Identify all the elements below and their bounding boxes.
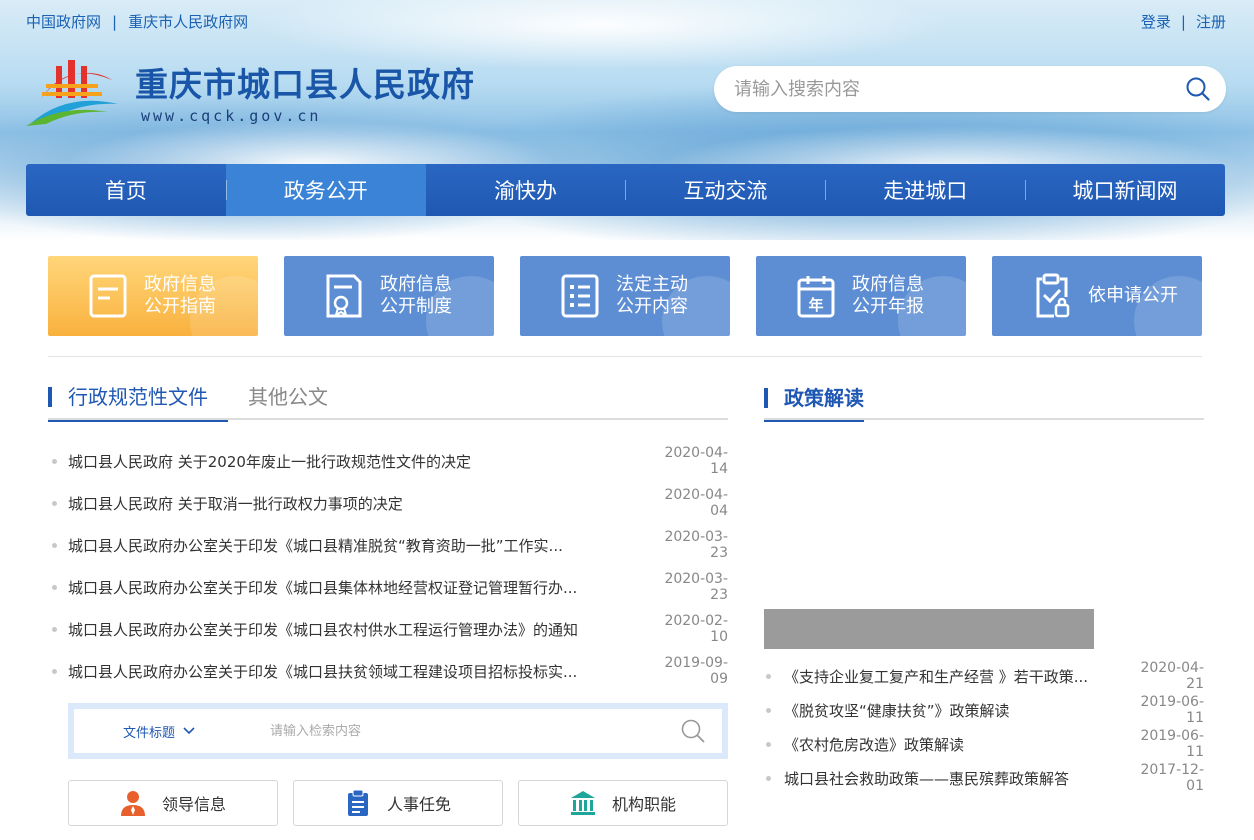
separator: | xyxy=(1180,12,1186,31)
document-date: 2019-09-09 xyxy=(664,655,728,687)
document-search-input[interactable] xyxy=(244,709,664,753)
site-url: www.cqck.gov.cn xyxy=(141,107,322,125)
search-input[interactable] xyxy=(714,66,1170,112)
nav-item-home[interactable]: 首页 xyxy=(26,164,226,216)
policy-title[interactable]: 《农村危房改造》政策解读 xyxy=(784,734,1124,755)
top-links: 中国政府网 | 重庆市人民政府网 xyxy=(26,11,248,32)
register-link[interactable]: 注册 xyxy=(1196,11,1226,32)
button-label: 人事任免 xyxy=(386,795,451,814)
card-apply-disclosure[interactable]: 依申请公开 xyxy=(992,256,1202,336)
site-title[interactable]: 重庆市城口县人民政府 xyxy=(135,58,475,106)
policy-carousel-caption xyxy=(764,609,1094,649)
select-value: 文件标题 xyxy=(122,725,175,741)
document-list: 城口县人民政府 关于2020年废止一批行政规范性文件的决定 2020-04-14 … xyxy=(48,440,728,692)
document-title[interactable]: 城口县人民政府 关于取消一批行政权力事项的决定 xyxy=(68,493,648,514)
document-date: 2020-02-10 xyxy=(664,613,728,645)
document-date: 2020-04-04 xyxy=(664,487,728,519)
button-label: 领导信息 xyxy=(161,795,226,814)
policy-title[interactable]: 城口县社会救助政策——惠民殡葬政策解答 xyxy=(784,768,1124,789)
search-field-select[interactable]: 文件标题 xyxy=(74,722,244,741)
document-date: 2020-04-14 xyxy=(664,445,728,477)
document-title[interactable]: 城口县人民政府办公室关于印发《城口县集体林地经营权证登记管理暂行办... xyxy=(68,577,648,598)
list-item[interactable]: 城口县人民政府办公室关于印发《城口县精准脱贫“教育资助一批”工作实... 2020… xyxy=(48,524,728,566)
nav-item-government-affairs[interactable]: 政务公开 xyxy=(225,164,426,216)
nav-item-interaction[interactable]: 互动交流 xyxy=(625,164,825,216)
document-title[interactable]: 城口县人民政府办公室关于印发《城口县精准脱贫“教育资助一批”工作实... xyxy=(68,535,648,556)
government-logo-icon[interactable] xyxy=(26,52,126,128)
policy-title[interactable]: 《支持企业复工复产和生产经营 》若干政策... xyxy=(784,666,1124,687)
policy-title[interactable]: 《脱贫攻坚“健康扶贫”》政策解读 xyxy=(784,700,1124,721)
list-item[interactable]: 城口县人民政府办公室关于印发《城口县农村供水工程运行管理办法》的通知 2020-0… xyxy=(48,608,728,650)
main-nav: 首页 政务公开 渝快办 互动交流 走进城口 城口新闻网 xyxy=(26,164,1225,216)
nav-item-about-chengkou[interactable]: 走进城口 xyxy=(825,164,1025,216)
section-divider xyxy=(48,356,1202,357)
document-date: 2020-03-23 xyxy=(664,529,728,561)
policy-date: 2017-12-01 xyxy=(1140,762,1204,794)
document-search-bar: 文件标题 xyxy=(74,709,722,753)
list-item[interactable]: 城口县人民政府办公室关于印发《城口县扶贫领域工程建设项目招标投标实... 2019… xyxy=(48,650,728,692)
document-tabs: 行政规范性文件 其他公文 xyxy=(48,384,728,422)
site-search xyxy=(714,66,1226,112)
info-buttons: 领导信息 人事任免 机构职能 xyxy=(68,780,728,826)
card-info-guide[interactable]: 政府信息 公开指南 xyxy=(48,256,258,336)
list-item[interactable]: 城口县人民政府 关于取消一批行政权力事项的决定 2020-04-04 xyxy=(48,482,728,524)
chevron-down-icon xyxy=(183,727,195,735)
nav-item-yukuaiban[interactable]: 渝快办 xyxy=(426,164,626,216)
policy-section-title[interactable]: 政策解读 xyxy=(764,384,864,422)
link-china-gov[interactable]: 中国政府网 xyxy=(26,11,101,32)
institution-function-button[interactable]: 机构职能 xyxy=(518,780,728,826)
svg-text:年: 年 xyxy=(808,296,823,314)
document-search: 文件标题 xyxy=(68,703,728,759)
policy-date: 2019-06-11 xyxy=(1140,728,1204,760)
card-info-system[interactable]: 政府信息 公开制度 xyxy=(284,256,494,336)
clipboard-icon xyxy=(345,790,371,816)
document-title[interactable]: 城口县人民政府办公室关于印发《城口县农村供水工程运行管理办法》的通知 xyxy=(68,619,648,640)
document-title[interactable]: 城口县人民政府 关于2020年废止一批行政规范性文件的决定 xyxy=(68,451,648,472)
policy-date: 2019-06-11 xyxy=(1140,694,1204,726)
login-link[interactable]: 登录 xyxy=(1141,11,1171,32)
card-statutory-content[interactable]: 法定主动 公开内容 xyxy=(520,256,730,336)
search-icon[interactable] xyxy=(1170,66,1226,112)
clipboard-check-icon xyxy=(1030,272,1074,320)
card-annual-report[interactable]: 年 政府信息 公开年报 xyxy=(756,256,966,336)
list-item[interactable]: 城口县社会救助政策——惠民殡葬政策解答 2017-12-01 xyxy=(764,761,1204,795)
policy-date: 2020-04-21 xyxy=(1140,660,1204,692)
list-item[interactable]: 《脱贫攻坚“健康扶贫”》政策解读 2019-06-11 xyxy=(764,693,1204,727)
list-item[interactable]: 城口县人民政府办公室关于印发《城口县集体林地经营权证登记管理暂行办... 2020… xyxy=(48,566,728,608)
institution-icon xyxy=(570,790,596,816)
search-icon[interactable] xyxy=(664,718,722,744)
list-icon xyxy=(558,272,602,320)
header-banner: 中国政府网 | 重庆市人民政府网 登录 | 注册 重庆市城口县人民政府 www.… xyxy=(0,0,1254,240)
button-label: 机构职能 xyxy=(611,795,676,814)
list-item[interactable]: 《农村危房改造》政策解读 2019-06-11 xyxy=(764,727,1204,761)
tab-other-documents[interactable]: 其他公文 xyxy=(228,384,348,420)
separator: | xyxy=(112,12,118,31)
person-icon xyxy=(120,790,146,816)
user-links: 登录 | 注册 xyxy=(1141,11,1226,32)
personnel-appointment-button[interactable]: 人事任免 xyxy=(293,780,503,826)
tab-normative-documents[interactable]: 行政规范性文件 xyxy=(48,384,228,422)
quick-cards: 政府信息 公开指南 政府信息 公开制度 法定主动 公开内容 年 政府信息 公开年… xyxy=(48,256,1202,336)
nav-item-news[interactable]: 城口新闻网 xyxy=(1025,164,1225,216)
policy-section-header: 政策解读 xyxy=(764,384,1204,422)
calendar-year-icon: 年 xyxy=(794,272,838,320)
document-date: 2020-03-23 xyxy=(664,571,728,603)
guide-document-icon xyxy=(86,272,130,320)
link-chongqing-gov[interactable]: 重庆市人民政府网 xyxy=(128,11,248,32)
list-item[interactable]: 《支持企业复工复产和生产经营 》若干政策... 2020-04-21 xyxy=(764,659,1204,693)
certificate-document-icon xyxy=(322,272,366,320)
leader-info-button[interactable]: 领导信息 xyxy=(68,780,278,826)
policy-list: 《支持企业复工复产和生产经营 》若干政策... 2020-04-21 《脱贫攻坚“… xyxy=(764,659,1204,795)
list-item[interactable]: 城口县人民政府 关于2020年废止一批行政规范性文件的决定 2020-04-14 xyxy=(48,440,728,482)
document-title[interactable]: 城口县人民政府办公室关于印发《城口县扶贫领域工程建设项目招标投标实... xyxy=(68,661,648,682)
